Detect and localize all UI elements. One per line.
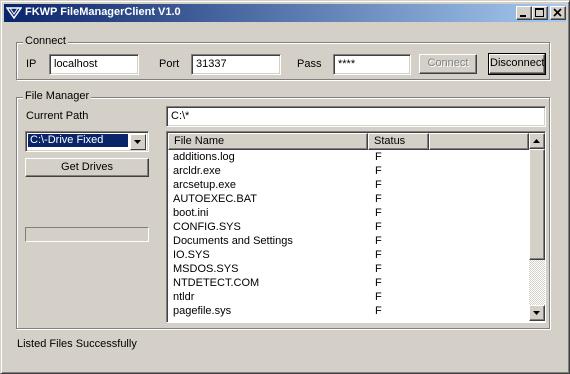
connect-button[interactable]: Connect xyxy=(419,54,477,74)
scroll-thumb[interactable] xyxy=(529,149,545,260)
scroll-up-button[interactable] xyxy=(529,133,545,149)
column-header-filler xyxy=(429,133,529,150)
file-row[interactable]: IO.SYS F xyxy=(171,249,526,263)
window-title: FKWP FileManagerClient V1.0 xyxy=(25,6,181,18)
file-row[interactable]: MSDOS.SYS F xyxy=(171,263,526,277)
file-status-cell: F xyxy=(375,277,382,289)
file-name-cell: AUTOEXEC.BAT xyxy=(173,193,257,205)
file-status-cell: F xyxy=(375,151,382,163)
arrow-up-icon xyxy=(533,139,540,143)
progress-bar xyxy=(25,227,149,242)
file-row[interactable]: Documents and Settings F xyxy=(171,235,526,249)
ip-label: IP xyxy=(26,58,37,70)
file-name-cell: NTDETECT.COM xyxy=(173,277,260,289)
file-status-cell: F xyxy=(375,235,382,247)
get-drives-button[interactable]: Get Drives xyxy=(25,158,149,177)
file-name-cell: MSDOS.SYS xyxy=(173,263,239,275)
main-window: FKWP FileManagerClient V1.0 Connect IP l… xyxy=(0,0,570,374)
title-bar[interactable]: FKWP FileManagerClient V1.0 xyxy=(4,4,566,22)
maximize-icon xyxy=(535,8,544,17)
chevron-down-icon xyxy=(134,140,141,144)
port-input[interactable]: 31337 xyxy=(191,54,281,75)
file-manager-group-label: File Manager xyxy=(23,90,92,102)
column-header-status[interactable]: Status xyxy=(368,133,429,150)
file-status-cell: F xyxy=(375,165,382,177)
pass-label: Pass xyxy=(297,58,322,70)
port-label: Port xyxy=(159,58,180,70)
file-name-cell: arcsetup.exe xyxy=(173,179,236,191)
column-header-file-name[interactable]: File Name xyxy=(168,133,368,150)
close-button[interactable] xyxy=(550,6,566,20)
file-row[interactable]: arcldr.exe F xyxy=(171,165,526,179)
arrow-down-icon xyxy=(533,311,540,315)
file-name-cell: CONFIG.SYS xyxy=(173,221,241,233)
file-row[interactable]: ntldr F xyxy=(171,291,526,305)
ip-input[interactable]: localhost xyxy=(49,54,139,75)
file-status-cell: F xyxy=(375,207,382,219)
scroll-down-button[interactable] xyxy=(529,305,545,321)
file-row[interactable]: additions.log F xyxy=(171,151,526,165)
maximize-button[interactable] xyxy=(532,6,548,20)
file-status-cell: F xyxy=(375,305,382,317)
file-row[interactable]: AUTOEXEC.BAT F xyxy=(171,193,526,207)
file-row[interactable]: boot.ini F xyxy=(171,207,526,221)
drive-select[interactable]: C:\-Drive Fixed xyxy=(25,131,149,152)
file-row[interactable]: CONFIG.SYS F xyxy=(171,221,526,235)
close-icon xyxy=(553,8,562,17)
vertical-scrollbar[interactable] xyxy=(529,133,545,321)
status-text: Listed Files Successfully xyxy=(17,338,137,350)
file-name-cell: IO.SYS xyxy=(173,249,210,261)
current-path-label: Current Path xyxy=(26,110,89,122)
file-name-cell: arcldr.exe xyxy=(173,165,221,177)
file-row[interactable]: arcsetup.exe F xyxy=(171,179,526,193)
minimize-icon xyxy=(520,15,526,17)
file-status-cell: F xyxy=(375,193,382,205)
password-input[interactable]: **** xyxy=(333,54,411,75)
file-name-cell: Documents and Settings xyxy=(173,235,293,247)
file-status-cell: F xyxy=(375,263,382,275)
file-name-cell: boot.ini xyxy=(173,207,209,219)
file-name-cell: ntldr xyxy=(173,291,195,303)
file-name-cell: pagefile.sys xyxy=(173,305,232,317)
file-row[interactable]: pagefile.sys F xyxy=(171,305,526,319)
file-status-cell: F xyxy=(375,291,382,303)
file-name-cell: additions.log xyxy=(173,151,235,163)
file-list[interactable]: File Name Status additions.log Farcldr.ex… xyxy=(166,131,546,323)
file-status-cell: F xyxy=(375,221,382,233)
connect-group-label: Connect xyxy=(23,35,68,47)
drive-select-value: C:\-Drive Fixed xyxy=(28,134,128,147)
current-path-input[interactable]: C:\* xyxy=(166,106,546,127)
file-status-cell: F xyxy=(375,179,382,191)
file-status-cell: F xyxy=(375,249,382,261)
file-row[interactable]: NTDETECT.COM F xyxy=(171,277,526,291)
minimize-button[interactable] xyxy=(516,6,532,20)
disconnect-button[interactable]: Disconnect xyxy=(488,53,546,75)
app-icon[interactable] xyxy=(5,6,23,20)
dropdown-arrow-button[interactable] xyxy=(130,134,146,150)
